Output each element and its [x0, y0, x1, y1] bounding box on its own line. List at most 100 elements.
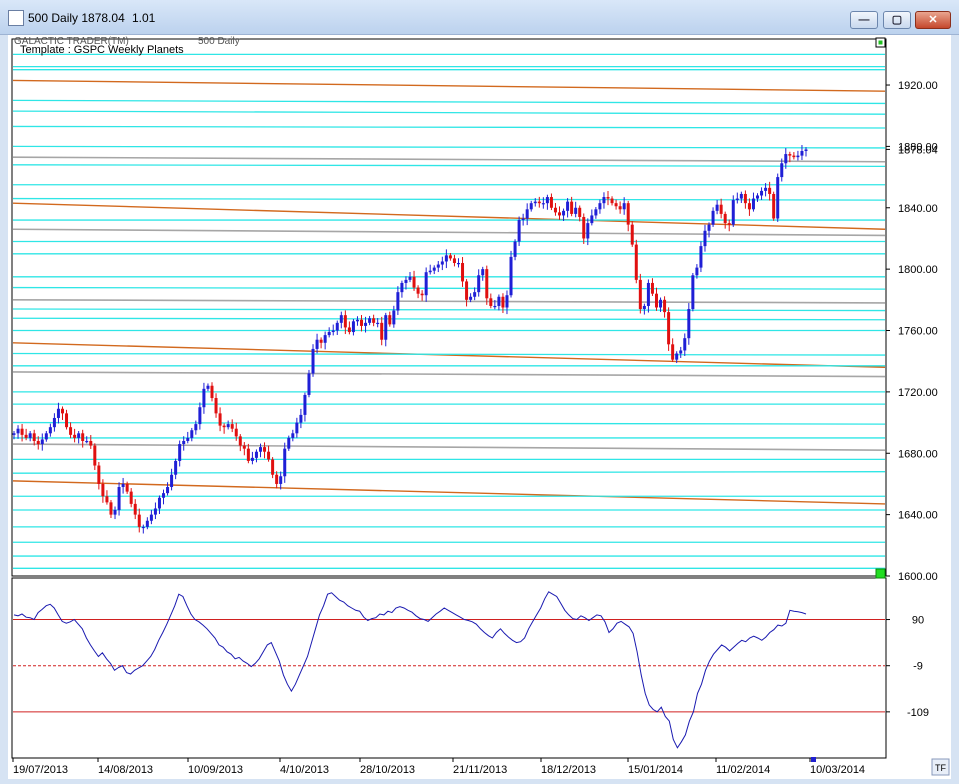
- candle-body-up[interactable]: [299, 414, 303, 423]
- candle-body-up[interactable]: [602, 197, 606, 204]
- candle-body-up[interactable]: [586, 223, 590, 239]
- candle-body-down[interactable]: [81, 433, 85, 441]
- candle-body-up[interactable]: [85, 440, 89, 443]
- candle-body-up[interactable]: [77, 433, 81, 438]
- candle-body-up[interactable]: [226, 424, 230, 428]
- candle-body-up[interactable]: [206, 385, 210, 389]
- candle-body-up[interactable]: [145, 520, 149, 527]
- candle-body-down[interactable]: [654, 293, 658, 308]
- candle-body-up[interactable]: [436, 264, 440, 268]
- candle-body-up[interactable]: [796, 155, 800, 158]
- candle-body-down[interactable]: [32, 433, 36, 441]
- candle-body-up[interactable]: [545, 197, 549, 204]
- candle-body-up[interactable]: [291, 433, 295, 438]
- candle-body-down[interactable]: [89, 440, 93, 446]
- candle-body-down[interactable]: [485, 269, 489, 299]
- candle-body-down[interactable]: [93, 445, 97, 466]
- candle-body-down[interactable]: [24, 434, 28, 438]
- candle-body-up[interactable]: [646, 282, 650, 306]
- candle-body-up[interactable]: [590, 215, 594, 224]
- candle-body-down[interactable]: [109, 502, 113, 515]
- candle-body-up[interactable]: [351, 321, 355, 333]
- candle-body-up[interactable]: [699, 246, 703, 268]
- candle-body-down[interactable]: [578, 207, 582, 217]
- candle-body-down[interactable]: [792, 155, 796, 158]
- candle-body-up[interactable]: [376, 322, 380, 325]
- candle-body-up[interactable]: [392, 310, 396, 325]
- candle-body-down[interactable]: [630, 224, 634, 245]
- candle-body-up[interactable]: [525, 209, 529, 219]
- candle-body-up[interactable]: [800, 151, 804, 156]
- candle-body-up[interactable]: [174, 460, 178, 475]
- candle-body-up[interactable]: [711, 210, 715, 225]
- chart-svg[interactable]: 1920.001880.001840.001800.001760.001720.…: [8, 35, 951, 779]
- candle-body-down[interactable]: [263, 447, 267, 452]
- candle-body-down[interactable]: [214, 398, 218, 414]
- candle-body-down[interactable]: [60, 408, 64, 414]
- maximize-button[interactable]: ▢: [883, 11, 911, 29]
- candle-body-down[interactable]: [388, 315, 392, 325]
- candle-body-down[interactable]: [452, 258, 456, 264]
- candle-body-up[interactable]: [659, 299, 663, 308]
- candle-body-up[interactable]: [162, 493, 166, 498]
- candle-body-up[interactable]: [679, 350, 683, 354]
- candle-body-up[interactable]: [751, 198, 755, 210]
- candle-body-up[interactable]: [477, 275, 481, 293]
- candle-body-up[interactable]: [44, 433, 48, 440]
- candle-body-up[interactable]: [456, 263, 460, 265]
- candle-body-down[interactable]: [267, 451, 271, 460]
- candle-body-down[interactable]: [36, 440, 40, 445]
- candle-body-up[interactable]: [339, 315, 343, 323]
- candle-body-up[interactable]: [440, 261, 444, 265]
- candle-body-up[interactable]: [12, 433, 16, 435]
- close-button[interactable]: ✕: [915, 11, 951, 29]
- candle-body-down[interactable]: [105, 496, 109, 503]
- candle-body-up[interactable]: [186, 437, 190, 441]
- candle-body-up[interactable]: [517, 220, 521, 242]
- candle-body-down[interactable]: [772, 193, 776, 219]
- candle-body-down[interactable]: [65, 413, 69, 428]
- candle-body-down[interactable]: [372, 318, 376, 323]
- candle-body-up[interactable]: [182, 440, 186, 445]
- candle-body-up[interactable]: [287, 437, 291, 449]
- candle-body-down[interactable]: [275, 474, 279, 484]
- candle-body-down[interactable]: [719, 204, 723, 214]
- candle-body-down[interactable]: [448, 255, 452, 259]
- candle-body-up[interactable]: [254, 451, 258, 458]
- minimize-button[interactable]: —: [850, 11, 878, 29]
- candle-body-up[interactable]: [687, 309, 691, 339]
- candle-body-up[interactable]: [764, 187, 768, 191]
- candle-body-up[interactable]: [756, 195, 760, 199]
- candle-body-up[interactable]: [509, 256, 513, 296]
- candle-body-up[interactable]: [594, 209, 598, 216]
- candle-body-up[interactable]: [428, 270, 432, 273]
- candle-body-down[interactable]: [129, 491, 133, 504]
- candle-body-down[interactable]: [380, 322, 384, 340]
- candle-body-up[interactable]: [40, 439, 44, 445]
- candle-body-up[interactable]: [190, 430, 194, 438]
- candle-body-up[interactable]: [258, 447, 262, 452]
- candle-body-up[interactable]: [117, 487, 121, 511]
- candle-body-down[interactable]: [416, 287, 420, 294]
- candle-body-up[interactable]: [166, 487, 170, 494]
- candle-body-up[interactable]: [368, 318, 372, 323]
- candle-body-up[interactable]: [731, 200, 735, 225]
- candle-body-up[interactable]: [335, 322, 339, 331]
- candle-body-up[interactable]: [521, 218, 525, 221]
- candle-body-up[interactable]: [307, 373, 311, 395]
- candle-body-down[interactable]: [246, 448, 250, 461]
- candle-body-up[interactable]: [408, 276, 412, 280]
- candle-body-up[interactable]: [529, 203, 533, 210]
- candle-body-down[interactable]: [360, 319, 364, 326]
- candle-body-down[interactable]: [747, 203, 751, 210]
- candle-body-down[interactable]: [788, 154, 792, 156]
- candle-body-down[interactable]: [618, 206, 622, 210]
- candle-body-up[interactable]: [48, 427, 52, 434]
- candle-body-down[interactable]: [101, 483, 105, 497]
- candle-body-up[interactable]: [283, 448, 287, 477]
- candle-body-down[interactable]: [97, 465, 101, 484]
- candle-body-up[interactable]: [295, 422, 299, 434]
- candle-body-up[interactable]: [141, 526, 145, 529]
- candle-body-up[interactable]: [250, 457, 254, 461]
- candle-body-down[interactable]: [501, 296, 505, 308]
